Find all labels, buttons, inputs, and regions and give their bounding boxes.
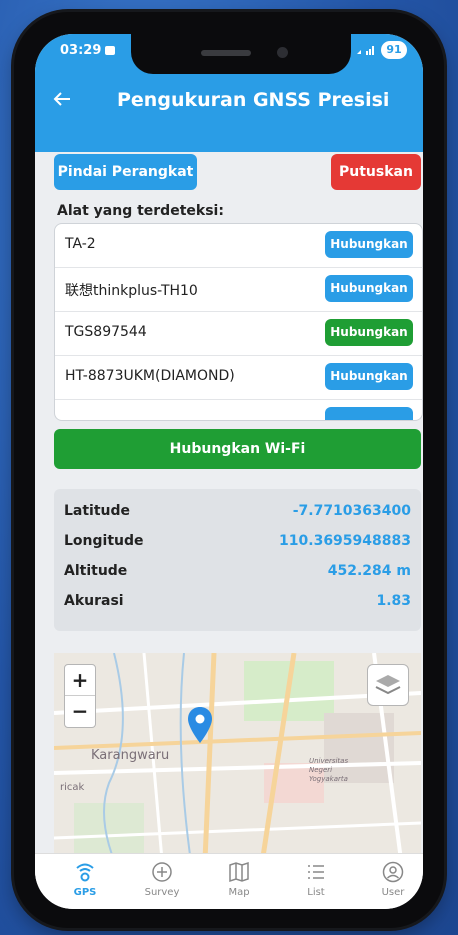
coord-value: -7.7710363400 [292, 503, 411, 519]
list-icon [308, 865, 324, 879]
coord-label: Longitude [64, 533, 144, 549]
device-name: HT-8873UKM(DIAMOND) [65, 368, 235, 384]
map-icon [229, 861, 249, 883]
nav-label: GPS [73, 887, 97, 898]
connect-button[interactable]: Hubungkan [325, 231, 413, 258]
connect-wifi-button[interactable]: Hubungkan Wi-Fi [54, 429, 421, 469]
map-view[interactable]: Karangwaru ricak Universitas Negeri Yogy… [54, 653, 421, 883]
nav-user[interactable]: User [363, 854, 423, 909]
connect-button[interactable]: Hubungkan [325, 363, 413, 390]
map-label-ricak: ricak [60, 782, 85, 793]
device-name: TGS897544 [65, 324, 147, 340]
nav-map[interactable]: Map [209, 854, 269, 909]
nav-list[interactable]: List [286, 854, 346, 909]
nav-gps[interactable]: GPS [55, 854, 115, 909]
coord-value: 110.3695948883 [279, 533, 411, 549]
coord-label: Altitude [64, 563, 128, 579]
list-item: 联想thinkplus-TH10 Hubungkan [55, 268, 422, 312]
device-name: 联想thinkplus-TH10 [65, 283, 198, 299]
map-label-karangwaru: Karangwaru [91, 748, 170, 763]
back-arrow-icon[interactable] [53, 88, 71, 112]
device-list[interactable]: TA-2 Hubungkan 联想thinkplus-TH10 Hubungka… [54, 223, 423, 421]
coordinates-panel: Latitude -7.7710363400 Longitude 110.369… [54, 489, 421, 631]
coord-label: Latitude [64, 503, 131, 519]
user-icon [382, 861, 404, 883]
page-title: Pengukuran GNSS Presisi [117, 89, 390, 111]
list-item: TA-2 Hubungkan [55, 224, 422, 268]
list-item: TGS897544 Hubungkan [55, 312, 422, 356]
nav-label: Map [228, 887, 250, 898]
nav-label: User [381, 887, 405, 898]
camera-notch [131, 34, 351, 74]
zoom-in-button[interactable]: + [65, 665, 95, 696]
map-label-university: Universitas Negeri Yogyakarta [309, 757, 349, 783]
accuracy-row: Akurasi 1.83 [64, 593, 411, 615]
plus-circle-icon [152, 862, 172, 882]
gps-icon [76, 863, 94, 882]
altitude-row: Altitude 452.284 m [64, 563, 411, 585]
zoom-out-button[interactable]: − [65, 696, 95, 726]
detected-devices-heading: Alat yang terdeteksi: [57, 203, 224, 219]
layers-icon [375, 675, 401, 695]
speaker [201, 50, 251, 56]
connect-button[interactable]: Hubungkan [325, 319, 413, 346]
longitude-row: Longitude 110.3695948883 [64, 533, 411, 555]
layers-button[interactable] [367, 664, 409, 706]
app-bar: 03:29 91 Pengukuran GNSS Presisi [35, 34, 423, 152]
nav-label: List [307, 887, 325, 898]
connect-button[interactable]: Hubungkan [325, 275, 413, 302]
nav-survey[interactable]: Survey [132, 854, 192, 909]
nav-label: Survey [144, 887, 180, 898]
coord-value: 1.83 [376, 593, 411, 609]
device-name: TA-2 [65, 236, 96, 252]
camera-icon [277, 47, 288, 58]
notification-icon [105, 46, 115, 55]
list-item: HT-8873UKM(DIAMOND) Hubungkan [55, 356, 422, 400]
zoom-control: + − [64, 664, 96, 728]
status-time: 03:29 [60, 43, 102, 58]
coord-label: Akurasi [64, 593, 124, 609]
bottom-navigation: GPS Survey Map List User [35, 853, 423, 909]
phone-frame: 03:29 91 Pengukuran GNSS Presisi Pindai … [14, 12, 444, 928]
scan-devices-button[interactable]: Pindai Perangkat [54, 154, 197, 190]
coord-value: 452.284 m [327, 563, 411, 579]
connect-button-partial[interactable] [325, 407, 413, 420]
status-bar: 03:29 91 [35, 34, 423, 74]
battery-indicator: 91 [381, 41, 407, 59]
signal-icon [355, 44, 377, 59]
disconnect-button[interactable]: Putuskan [331, 154, 421, 190]
location-marker-icon[interactable] [188, 707, 212, 747]
screen: 03:29 91 Pengukuran GNSS Presisi Pindai … [35, 34, 423, 909]
latitude-row: Latitude -7.7710363400 [64, 503, 411, 525]
